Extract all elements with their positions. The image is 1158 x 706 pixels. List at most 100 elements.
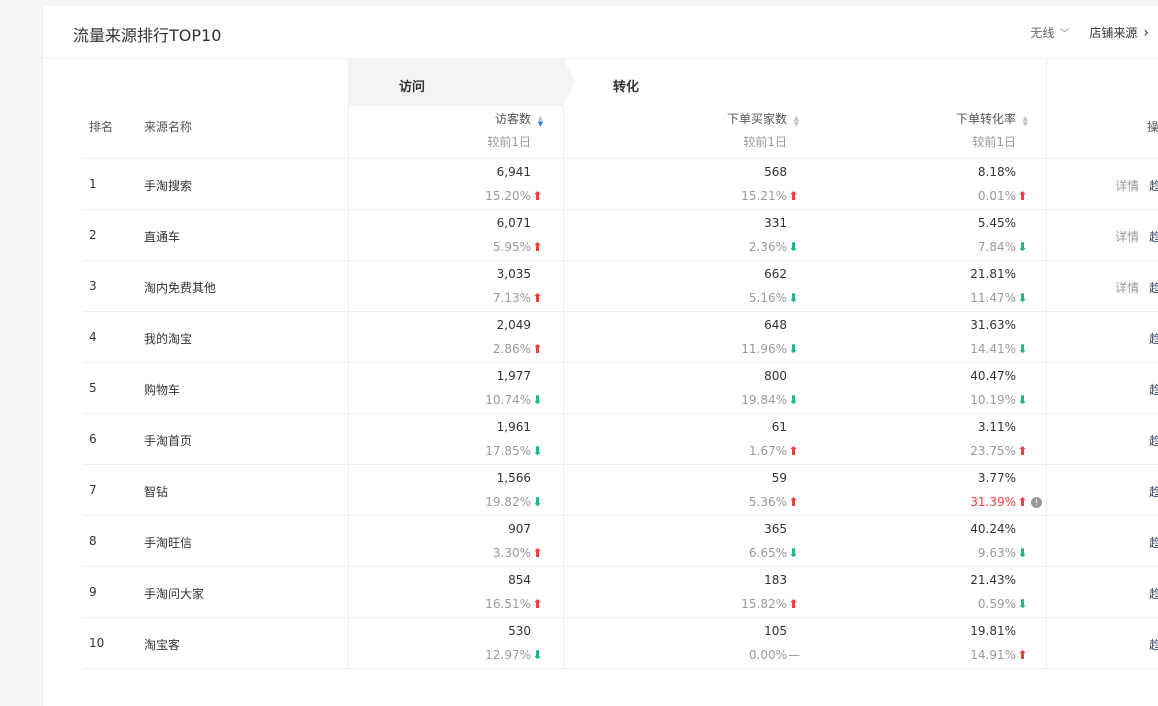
trend-down-icon: ⬇ [788, 291, 799, 305]
buyers-value: 662 [764, 267, 787, 281]
trend-up-icon: ⬆ [788, 189, 799, 203]
trend-up-icon: ⬆ [532, 342, 543, 356]
column-divider [1046, 516, 1047, 566]
buyers-value: 61 [771, 420, 787, 434]
trend-link[interactable]: 趋势 [1149, 434, 1158, 448]
visitors-value: 2,049 [496, 318, 531, 332]
trend-up-icon: ⬆ [532, 189, 543, 203]
sort-desc-icon[interactable]: ▲ ▼ [535, 114, 543, 127]
sort-icon[interactable]: ▲ ▼ [791, 114, 799, 127]
buyers-change-value: 5.16% [748, 291, 787, 305]
column-divider [348, 465, 349, 515]
card-header: 流量来源排行TOP10 无线 ﹀ 店铺来源 › [43, 6, 1158, 59]
visitors-change-value: 17.85% [485, 444, 531, 458]
rate-change-value: 23.75% [970, 444, 1016, 458]
table-row: 5 购物车 1,977 10.74%⬇ 800 19.84%⬇ 40.47% 1… [83, 363, 1158, 414]
rate-change: 9.63%⬇ [970, 546, 1028, 560]
header-rate[interactable]: 下单转化率 ▲ ▼ 较前1日 [956, 110, 1028, 150]
visitors-change: 17.85%⬇ [485, 444, 543, 458]
column-group-row: 访问 转化 [83, 58, 1158, 106]
visitors-change: 15.20%⬆ [485, 189, 543, 203]
buyers-change: 0.00%— [749, 648, 800, 662]
rate-cell: 3.77% 31.39%⬆! [970, 465, 1042, 509]
buyers-value: 183 [764, 573, 787, 587]
chevron-right-icon: › [1143, 24, 1149, 41]
rate-change: 0.01%⬆ [978, 189, 1028, 203]
header-buyers[interactable]: 下单买家数 ▲ ▼ 较前1日 [727, 110, 799, 150]
rank-cell: 7 [89, 483, 97, 497]
rate-cell: 21.43% 0.59%⬇ [970, 567, 1028, 611]
shop-source-link[interactable]: 店铺来源 › [1089, 24, 1149, 41]
group-visit-label: 访问 [399, 80, 426, 95]
rate-cell: 31.63% 14.41%⬇ [970, 312, 1028, 356]
trend-link[interactable]: 趋势 [1149, 536, 1158, 550]
visitors-value: 907 [508, 522, 531, 536]
column-divider [1046, 618, 1047, 668]
buyers-change-value: 2.36% [748, 240, 787, 254]
visitors-cell: 907 3.30%⬆ [493, 516, 543, 560]
detail-link[interactable]: 详情 [1115, 179, 1139, 193]
visitors-change: 3.30%⬆ [493, 546, 543, 560]
device-dropdown[interactable]: 无线 ﹀ [1030, 24, 1069, 41]
column-divider [1046, 58, 1047, 106]
buyers-value: 800 [764, 369, 787, 383]
visitors-value: 6,071 [496, 216, 531, 230]
source-name-cell: 直通车 [144, 230, 181, 244]
trend-down-icon: ⬇ [1017, 291, 1028, 305]
group-arrow-icon [563, 58, 575, 106]
visitors-change-value: 2.86% [492, 342, 531, 356]
trend-link[interactable]: 趋势 [1149, 587, 1158, 601]
trend-link[interactable]: 趋势 [1149, 638, 1158, 652]
visitors-change-value: 3.30% [492, 546, 531, 560]
trend-link[interactable]: 趋势 [1149, 332, 1158, 346]
buyers-change-value: 11.96% [741, 342, 787, 356]
visitors-cell: 1,961 17.85%⬇ [485, 414, 543, 458]
trend-down-icon: ⬇ [788, 240, 799, 254]
visitors-change: 10.74%⬇ [485, 393, 543, 407]
shop-source-label: 店铺来源 [1089, 26, 1138, 40]
trend-down-icon: ⬇ [1017, 546, 1028, 560]
header-visitors[interactable]: 访客数 ▲ ▼ 较前1日 [487, 110, 543, 150]
trend-down-icon: ⬇ [532, 444, 543, 458]
column-divider [1046, 312, 1047, 362]
row-actions: 趋势 [1149, 636, 1158, 653]
table-row: 6 手淘首页 1,961 17.85%⬇ 61 1.67%⬆ 3.11% 23.… [83, 414, 1158, 465]
header-controls: 无线 ﹀ 店铺来源 › [1030, 24, 1149, 41]
group-visit: 访问 [348, 58, 563, 106]
column-divider [348, 312, 349, 362]
rate-change: 11.47%⬇ [970, 291, 1028, 305]
info-icon[interactable]: ! [1031, 497, 1042, 508]
buyers-change-value: 15.82% [741, 597, 787, 611]
row-actions: 详情 趋势 [1115, 228, 1158, 245]
trend-link[interactable]: 趋势 [1149, 485, 1158, 499]
visitors-change: 19.82%⬇ [485, 495, 543, 509]
buyers-value: 648 [764, 318, 787, 332]
visitors-value: 3,035 [496, 267, 531, 281]
trend-down-icon: ⬇ [788, 342, 799, 356]
buyers-cell: 365 6.65%⬇ [749, 516, 799, 560]
trend-link[interactable]: 趋势 [1149, 383, 1158, 397]
rank-cell: 6 [89, 432, 97, 446]
visitors-change-value: 16.51% [485, 597, 531, 611]
row-actions: 趋势 [1149, 381, 1158, 398]
rate-change-value: 14.41% [970, 342, 1016, 356]
rate-cell: 5.45% 7.84%⬇ [978, 210, 1028, 254]
header-action: 操作 [1146, 120, 1158, 134]
detail-link[interactable]: 详情 [1115, 230, 1139, 244]
column-divider [348, 159, 349, 209]
column-divider [563, 312, 564, 362]
trend-link[interactable]: 趋势 [1149, 179, 1158, 193]
visitors-change-value: 15.20% [485, 189, 531, 203]
visitors-value: 1,566 [496, 471, 531, 485]
trend-up-icon: ⬆ [1017, 648, 1028, 662]
rate-change: 14.41%⬇ [970, 342, 1028, 356]
trend-link[interactable]: 趋势 [1149, 230, 1158, 244]
sort-icon[interactable]: ▲ ▼ [1020, 114, 1028, 127]
trend-link[interactable]: 趋势 [1149, 281, 1158, 295]
column-divider [563, 567, 564, 617]
detail-link[interactable]: 详情 [1115, 281, 1139, 295]
rate-value: 21.81% [970, 267, 1016, 281]
source-name-cell: 淘宝客 [144, 638, 181, 652]
rate-cell: 40.24% 9.63%⬇ [970, 516, 1028, 560]
row-actions: 趋势 [1149, 483, 1158, 500]
